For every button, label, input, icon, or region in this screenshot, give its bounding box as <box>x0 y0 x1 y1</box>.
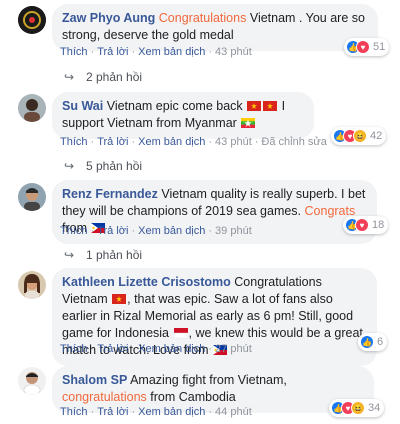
separator: · <box>131 136 136 148</box>
love-icon: ♥ <box>356 40 370 54</box>
separator: · <box>208 46 213 58</box>
hashtag-highlight[interactable]: congratulations <box>62 390 147 404</box>
avatar[interactable] <box>18 94 46 122</box>
replies-count: 1 phản hồi <box>86 248 143 262</box>
reply-link[interactable]: Trả lời <box>97 406 128 418</box>
reaction-summary[interactable]: 👍 6 <box>358 333 388 351</box>
avatar[interactable] <box>18 183 46 211</box>
separator: · <box>90 136 95 148</box>
reaction-summary[interactable]: 👍 ♥ 18 <box>343 216 389 234</box>
hashtag-highlight[interactable]: Congratulations <box>159 11 247 25</box>
translate-link[interactable]: Xem bản dịch <box>138 406 205 418</box>
reaction-count: 34 <box>368 402 381 414</box>
like-link[interactable]: Thích <box>60 225 88 237</box>
separator: · <box>131 225 136 237</box>
like-link[interactable]: Thích <box>60 343 88 355</box>
replies-count: 5 phản hồi <box>86 159 143 173</box>
separator: · <box>90 46 95 58</box>
reply-link[interactable]: Trả lời <box>97 225 128 237</box>
reply-link[interactable]: Trả lời <box>97 343 128 355</box>
avatar[interactable] <box>18 367 46 395</box>
avatar-image <box>18 94 46 122</box>
translate-link[interactable]: Xem bản dịch <box>138 343 205 355</box>
reply-link[interactable]: Trả lời <box>97 46 128 58</box>
separator: · <box>90 343 95 355</box>
commenter-name[interactable]: Shalom SP <box>62 373 127 387</box>
comment-text: Amazing fight from Vietnam, <box>130 373 287 387</box>
separator: · <box>208 406 213 418</box>
commenter-name[interactable]: Zaw Phyo Aung <box>62 11 155 25</box>
like-icon: 👍 <box>360 335 374 349</box>
reaction-count: 6 <box>377 336 384 348</box>
comment-text: Vietnam epic come back <box>106 99 243 113</box>
separator: · <box>131 46 136 58</box>
view-replies-link[interactable]: ↪ 2 phản hồi <box>64 70 142 84</box>
view-replies-link[interactable]: ↪ 5 phản hồi <box>64 159 142 173</box>
reaction-summary[interactable]: 👍 ♥ 😆 34 <box>329 399 385 417</box>
separator: · <box>254 136 259 148</box>
replies-count: 2 phản hồi <box>86 70 143 84</box>
avatar-image <box>18 183 46 211</box>
commenter-name[interactable]: Renz Fernandez <box>62 187 158 201</box>
reaction-count: 42 <box>370 130 383 142</box>
avatar-image <box>18 6 46 34</box>
avatar[interactable] <box>18 271 46 299</box>
reply-link[interactable]: Trả lời <box>97 136 128 148</box>
love-icon: ♥ <box>355 218 369 232</box>
edited-label[interactable]: Đã chỉnh sửa <box>261 136 326 148</box>
comment-actions: Thích · Trả lời · Xem bản dịch · 43 phút · Đã ch… <box>60 136 327 148</box>
haha-icon: 😆 <box>351 401 365 415</box>
comment-text: from Cambodia <box>150 390 236 404</box>
separator: · <box>90 225 95 237</box>
timestamp[interactable]: 27 phút <box>215 343 252 355</box>
timestamp[interactable]: 43 phút <box>215 136 252 148</box>
comment-bubble: Su Wai Vietnam epic come back I support … <box>52 92 314 139</box>
reply-arrow-icon: ↪ <box>64 70 75 84</box>
indonesia-flag-icon <box>173 327 188 338</box>
reaction-count: 51 <box>373 41 386 53</box>
translate-link[interactable]: Xem bản dịch <box>138 136 205 148</box>
separator: · <box>131 406 136 418</box>
comment-actions: Thích · Trả lời · Xem bản dịch · 39 phút <box>60 225 252 237</box>
separator: · <box>90 406 95 418</box>
timestamp[interactable]: 44 phút <box>215 406 252 418</box>
commenter-name[interactable]: Su Wai <box>62 99 103 113</box>
reply-arrow-icon: ↪ <box>64 248 75 262</box>
separator: · <box>208 343 213 355</box>
avatar[interactable] <box>18 6 46 34</box>
vietnam-flag-icon <box>263 100 278 111</box>
like-link[interactable]: Thích <box>60 136 88 148</box>
separator: · <box>131 343 136 355</box>
comment-bubble: Zaw Phyo Aung Congratulations Vietnam . … <box>52 4 378 51</box>
avatar-image <box>18 367 46 395</box>
like-link[interactable]: Thích <box>60 406 88 418</box>
reply-arrow-icon: ↪ <box>64 159 75 173</box>
comment-actions: Thích · Trả lời · Xem bản dịch · 44 phút <box>60 406 252 418</box>
vietnam-flag-icon <box>112 293 127 304</box>
reaction-summary[interactable]: 👍 ♥ 😆 42 <box>331 127 387 145</box>
haha-icon: 😆 <box>353 129 367 143</box>
like-link[interactable]: Thích <box>60 46 88 58</box>
reaction-count: 18 <box>372 219 385 231</box>
reaction-summary[interactable]: 👍 ♥ 51 <box>344 38 390 56</box>
translate-link[interactable]: Xem bản dịch <box>138 46 205 58</box>
translate-link[interactable]: Xem bản dịch <box>138 225 205 237</box>
timestamp[interactable]: 39 phút <box>215 225 252 237</box>
avatar-image <box>18 271 46 299</box>
separator: · <box>208 136 213 148</box>
commenter-name[interactable]: Kathleen Lizette Crisostomo <box>62 275 231 289</box>
timestamp[interactable]: 43 phút <box>215 46 252 58</box>
comment-actions: Thích · Trả lời · Xem bản dịch · 43 phút <box>60 46 252 58</box>
comment-actions: Thích · Trả lời · Xem bản dịch · 27 phút <box>60 343 252 355</box>
view-replies-link[interactable]: ↪ 1 phản hồi <box>64 248 142 262</box>
myanmar-flag-icon <box>241 117 256 128</box>
vietnam-flag-icon <box>247 100 262 111</box>
separator: · <box>208 225 213 237</box>
